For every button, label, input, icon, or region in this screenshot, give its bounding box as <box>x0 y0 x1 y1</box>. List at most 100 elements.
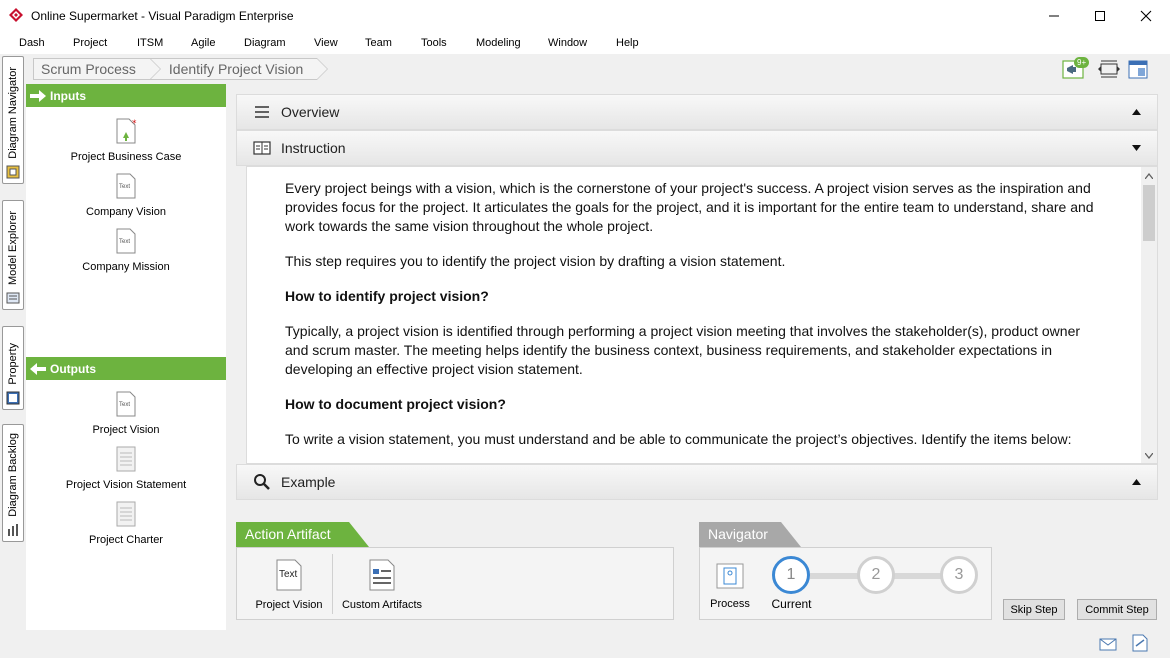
menu-view[interactable]: View <box>314 37 338 49</box>
document-icon <box>116 446 136 472</box>
minimize-button[interactable] <box>1031 0 1077 32</box>
action-artifact-label: Project Vision <box>255 599 323 611</box>
commit-step-button[interactable]: Commit Step <box>1077 599 1157 620</box>
menu-project[interactable]: Project <box>73 37 107 49</box>
menu-modeling[interactable]: Modeling <box>476 37 521 49</box>
notification-button[interactable]: 9+ <box>1062 57 1090 80</box>
navigator-process[interactable]: Process <box>704 562 756 610</box>
model-explorer-icon <box>6 292 20 304</box>
edit-document-icon[interactable] <box>1132 634 1148 652</box>
skip-step-button[interactable]: Skip Step <box>1003 599 1065 620</box>
diagram-navigator-icon <box>6 165 20 179</box>
instruction-content: Every project beings with a vision, whic… <box>246 166 1158 464</box>
menu-dash[interactable]: Dash <box>19 37 45 49</box>
input-label: Company Mission <box>82 261 170 273</box>
output-label: Project Charter <box>89 534 163 546</box>
breadcrumb-scrum-process[interactable]: Scrum Process <box>33 58 161 80</box>
output-project-charter[interactable]: Project Charter <box>26 501 226 546</box>
tab-model-explorer-label: Model Explorer <box>7 211 19 285</box>
example-section-header[interactable]: Example <box>236 464 1158 500</box>
instruction-paragraph: This step requires you to identify the p… <box>285 253 786 269</box>
menu-tools[interactable]: Tools <box>421 37 447 49</box>
status-bar <box>0 630 1170 658</box>
svg-text:Text: Text <box>119 239 130 245</box>
custom-artifacts-icon <box>369 559 395 591</box>
output-project-vision-statement[interactable]: Project Vision Statement <box>26 446 226 491</box>
tab-model-explorer[interactable]: Model Explorer <box>2 200 24 310</box>
layout-button[interactable] <box>1126 58 1150 80</box>
instruction-paragraph: Every project beings with a vision, whic… <box>285 180 1094 234</box>
vertical-scrollbar[interactable] <box>1141 167 1157 463</box>
list-icon <box>255 106 269 118</box>
tab-diagram-navigator[interactable]: Diagram Navigator <box>2 56 24 184</box>
example-label: Example <box>281 474 336 490</box>
input-company-mission[interactable]: Text Company Mission <box>26 228 226 273</box>
menu-diagram[interactable]: Diagram <box>244 37 286 49</box>
action-artifact-label: Custom Artifacts <box>341 599 423 611</box>
close-button[interactable] <box>1123 0 1169 32</box>
svg-text:Text: Text <box>279 569 298 580</box>
action-artifact-box: Text Project Vision Custom Artifacts <box>236 547 674 620</box>
overview-label: Overview <box>281 104 340 120</box>
tab-diagram-backlog[interactable]: Diagram Backlog <box>2 424 24 542</box>
output-label: Project Vision <box>92 424 160 436</box>
notification-badge: 9+ <box>1074 57 1090 68</box>
menu-team[interactable]: Team <box>365 37 392 49</box>
scroll-down-icon[interactable] <box>1145 453 1153 459</box>
text-document-icon: Text <box>276 559 302 591</box>
menu-itsm[interactable]: ITSM <box>137 37 163 49</box>
app-logo-icon <box>9 8 23 22</box>
instruction-paragraph: To write a vision statement, you must un… <box>285 431 1072 447</box>
outputs-header: Outputs <box>26 357 226 380</box>
action-artifact-header: Action Artifact <box>236 522 369 547</box>
maximize-icon <box>1095 11 1105 21</box>
overview-section-header[interactable]: Overview <box>236 94 1158 130</box>
output-project-vision[interactable]: Text Project Vision <box>26 391 226 436</box>
document-icon <box>116 501 136 527</box>
search-icon <box>254 474 270 490</box>
arrow-right-icon <box>30 89 46 102</box>
fit-view-icon <box>1098 60 1120 78</box>
text-document-icon: Text <box>116 228 136 254</box>
menu-window[interactable]: Window <box>548 37 587 49</box>
maximize-button[interactable] <box>1077 0 1123 32</box>
caret-up-icon <box>1132 109 1141 115</box>
step-2[interactable]: 2 <box>857 556 895 594</box>
window-title: Online Supermarket - Visual Paradigm Ent… <box>31 9 294 23</box>
step-1[interactable]: 1 <box>772 556 810 594</box>
navigator-process-label: Process <box>710 598 750 610</box>
caret-down-icon <box>1132 145 1141 151</box>
minimize-icon <box>1049 15 1059 17</box>
action-artifact-project-vision[interactable]: Text Project Vision <box>249 559 329 611</box>
menu-agile[interactable]: Agile <box>191 37 215 49</box>
outputs-header-label: Outputs <box>50 361 96 376</box>
instruction-section-header[interactable]: Instruction <box>236 130 1158 166</box>
mail-icon[interactable] <box>1099 638 1117 651</box>
output-label: Project Vision Statement <box>65 479 187 491</box>
breadcrumb-identify-project-vision[interactable]: Identify Project Vision <box>149 58 329 80</box>
instruction-heading: How to document project vision? <box>285 396 506 412</box>
process-icon <box>716 563 744 589</box>
input-project-business-case[interactable]: * Project Business Case <box>26 118 226 163</box>
input-company-vision[interactable]: Text Company Vision <box>26 173 226 218</box>
instruction-book-icon <box>253 141 271 155</box>
fit-view-button[interactable] <box>1097 58 1121 80</box>
scroll-up-icon[interactable] <box>1145 173 1153 179</box>
tab-diagram-navigator-label: Diagram Navigator <box>7 67 19 159</box>
tab-property-label: Property <box>7 343 19 385</box>
scrollbar-thumb[interactable] <box>1143 185 1155 241</box>
instruction-heading: How to identify project vision? <box>285 288 489 304</box>
tab-property[interactable]: Property <box>2 326 24 410</box>
instruction-label: Instruction <box>281 140 346 156</box>
close-icon <box>1140 10 1152 22</box>
svg-text:Text: Text <box>119 184 130 190</box>
artifact-panel: Inputs * Project Business Case Text Comp… <box>26 84 226 630</box>
action-artifact-custom-artifacts[interactable]: Custom Artifacts <box>337 559 427 611</box>
text-document-icon: Text <box>116 391 136 417</box>
inputs-header: Inputs <box>26 84 226 107</box>
text-document-icon: Text <box>116 173 136 199</box>
document-star-icon: * <box>116 118 137 144</box>
step-3[interactable]: 3 <box>940 556 978 594</box>
navigator-box: Process 1 2 3 Current <box>699 547 992 620</box>
menu-help[interactable]: Help <box>616 37 639 49</box>
